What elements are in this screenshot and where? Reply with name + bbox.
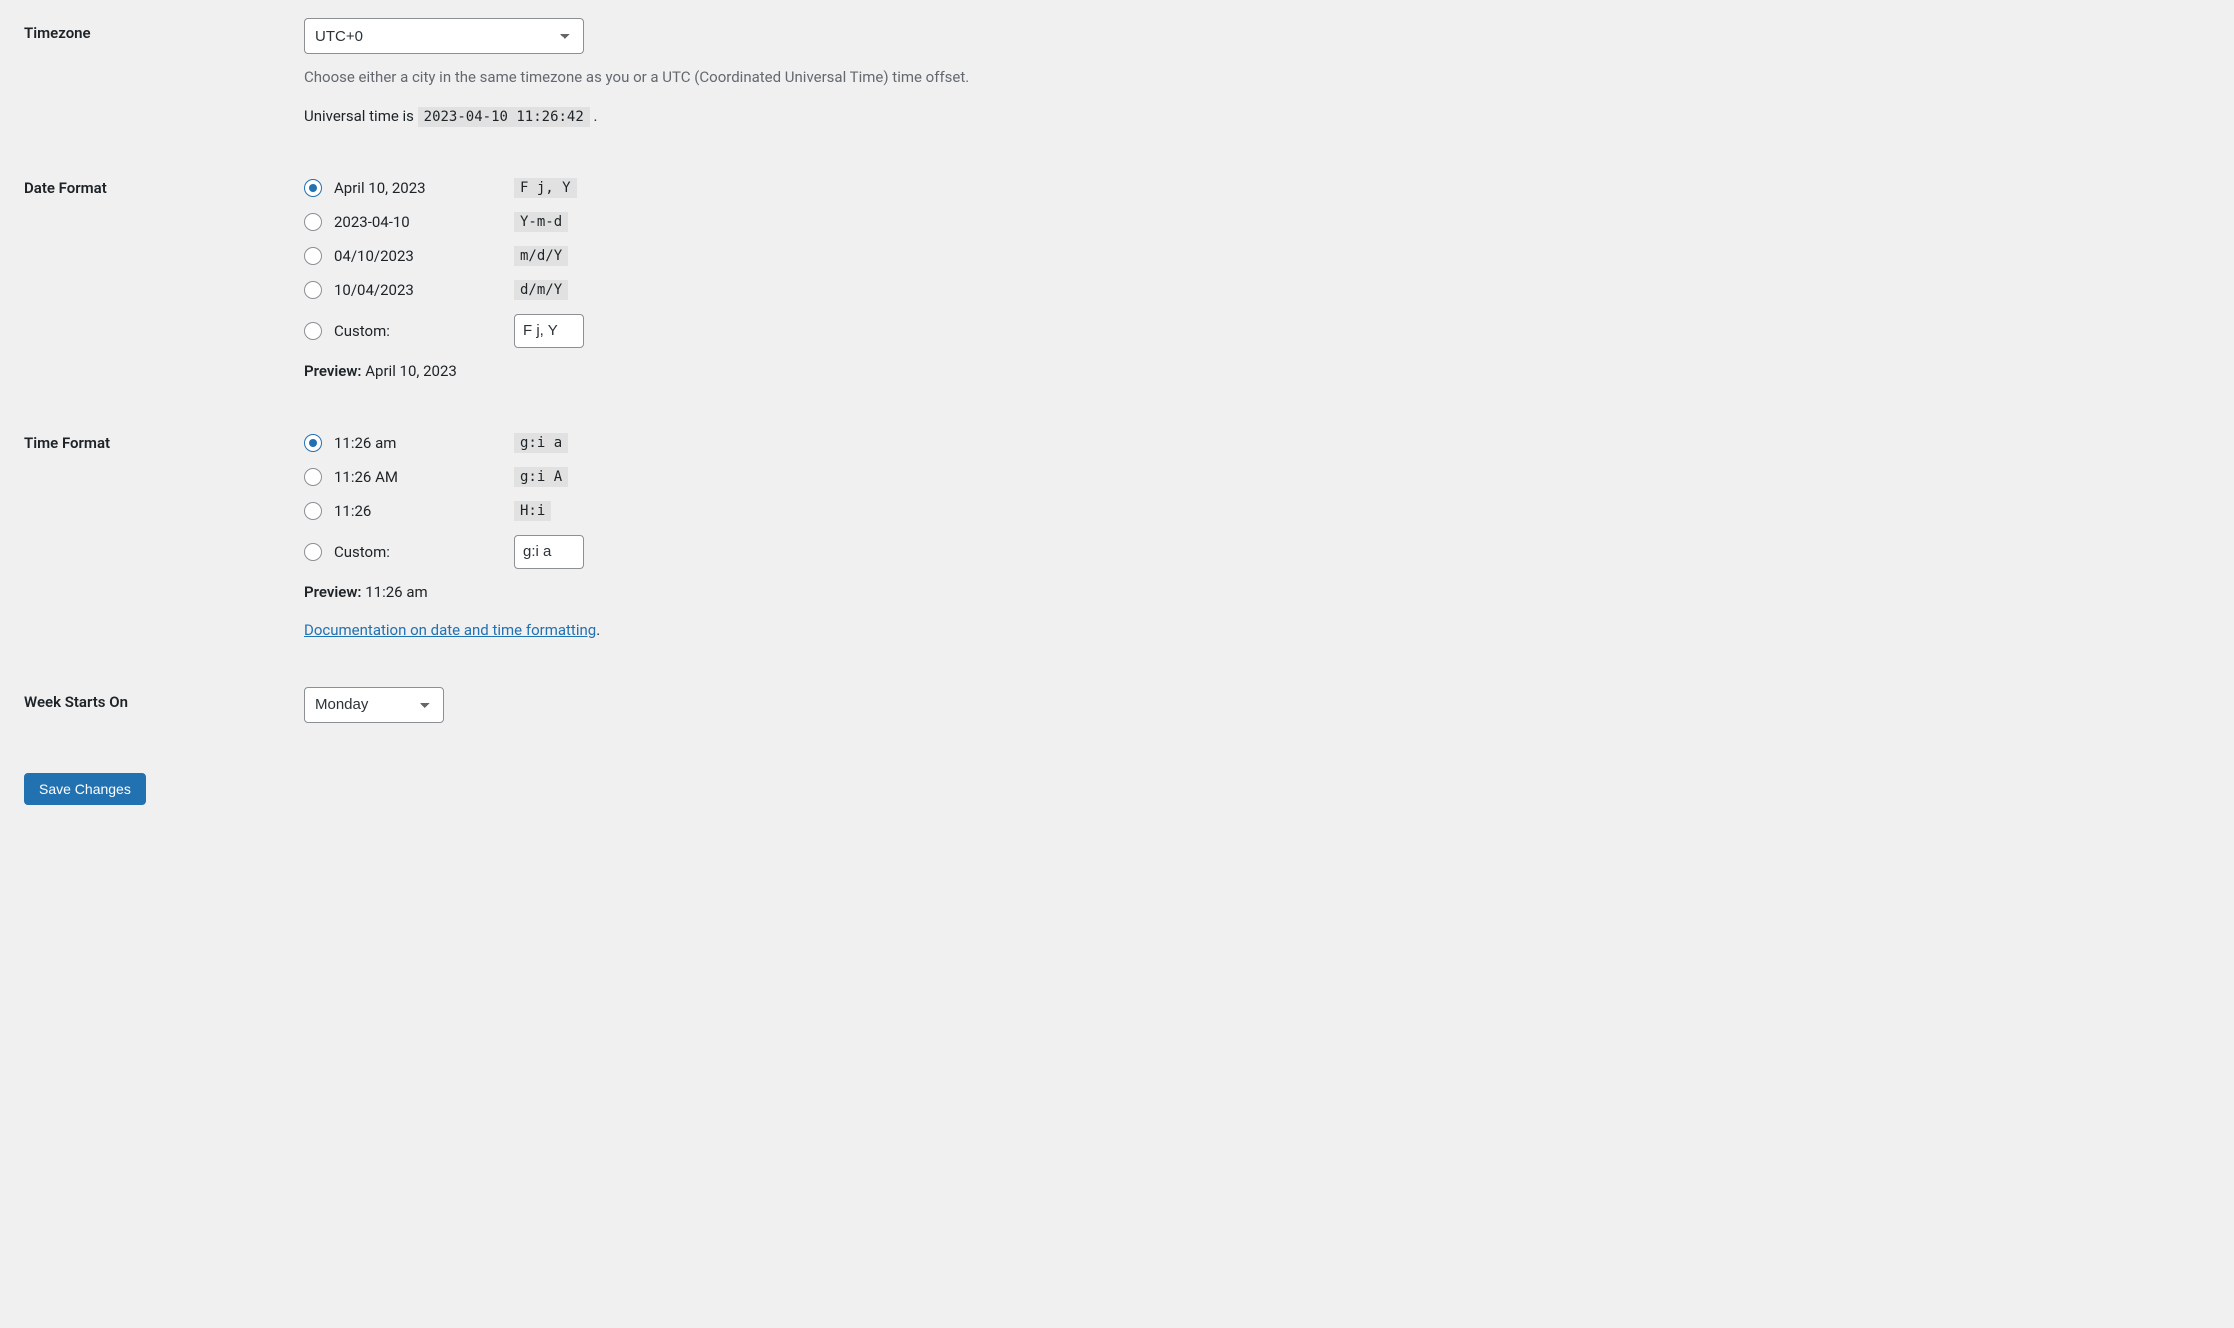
time-format-token: g:i a (514, 433, 568, 453)
timezone-description: Choose either a city in the same timezon… (304, 66, 2200, 89)
timezone-select[interactable]: UTC+0 (304, 18, 584, 54)
time-format-custom-label: Custom: (334, 543, 390, 561)
date-format-radio[interactable] (304, 179, 322, 197)
time-format-option[interactable]: 11:26 H:i (304, 501, 2200, 521)
time-format-radio[interactable] (304, 502, 322, 520)
date-format-custom-row[interactable]: Custom: (304, 314, 2200, 348)
save-button[interactable]: Save Changes (24, 773, 146, 805)
date-format-radio[interactable] (304, 247, 322, 265)
date-format-option-label: April 10, 2023 (334, 179, 426, 197)
time-format-token: H:i (514, 501, 551, 521)
time-format-custom-row[interactable]: Custom: (304, 535, 2200, 569)
time-format-custom-input[interactable] (514, 535, 584, 569)
time-format-radio[interactable] (304, 468, 322, 486)
time-format-option[interactable]: 11:26 AM g:i A (304, 467, 2200, 487)
date-format-option[interactable]: 04/10/2023 m/d/Y (304, 246, 2200, 266)
date-format-field: April 10, 2023 F j, Y 2023-04-10 Y-m-d 0… (304, 165, 2210, 420)
universal-time-value: 2023-04-10 11:26:42 (418, 107, 590, 127)
date-format-custom-label: Custom: (334, 322, 390, 340)
date-format-token: m/d/Y (514, 246, 568, 266)
date-format-option-label: 04/10/2023 (334, 247, 414, 265)
date-format-radio[interactable] (304, 281, 322, 299)
time-format-label: Time Format (24, 420, 304, 679)
date-format-option[interactable]: 2023-04-10 Y-m-d (304, 212, 2200, 232)
time-format-option-label: 11:26 AM (334, 468, 398, 486)
date-format-token: Y-m-d (514, 212, 568, 232)
time-format-token: g:i A (514, 467, 568, 487)
date-format-label: Date Format (24, 165, 304, 420)
time-format-field: 11:26 am g:i a 11:26 AM g:i A 11:26 H:i (304, 420, 2210, 679)
time-format-option-label: 11:26 am (334, 434, 396, 452)
date-time-doc-link[interactable]: Documentation on date and time formattin… (304, 621, 596, 639)
time-format-radio[interactable] (304, 434, 322, 452)
timezone-label: Timezone (24, 10, 304, 165)
time-format-preview: Preview: 11:26 am (304, 583, 2200, 601)
time-format-option-label: 11:26 (334, 502, 371, 520)
universal-time-text: Universal time is 2023-04-10 11:26:42 . (304, 107, 2200, 125)
date-format-option-label: 10/04/2023 (334, 281, 414, 299)
doc-link-suffix: . (596, 621, 600, 639)
date-format-token: d/m/Y (514, 280, 568, 300)
week-starts-label: Week Starts On (24, 679, 304, 763)
date-format-option[interactable]: April 10, 2023 F j, Y (304, 178, 2200, 198)
time-format-custom-radio[interactable] (304, 543, 322, 561)
date-format-radio[interactable] (304, 213, 322, 231)
date-format-preview: Preview: April 10, 2023 (304, 362, 2200, 380)
date-format-custom-radio[interactable] (304, 322, 322, 340)
date-format-option[interactable]: 10/04/2023 d/m/Y (304, 280, 2200, 300)
date-format-option-label: 2023-04-10 (334, 213, 410, 231)
week-starts-select[interactable]: Monday (304, 687, 444, 723)
date-format-custom-input[interactable] (514, 314, 584, 348)
date-format-token: F j, Y (514, 178, 577, 198)
time-format-option[interactable]: 11:26 am g:i a (304, 433, 2200, 453)
